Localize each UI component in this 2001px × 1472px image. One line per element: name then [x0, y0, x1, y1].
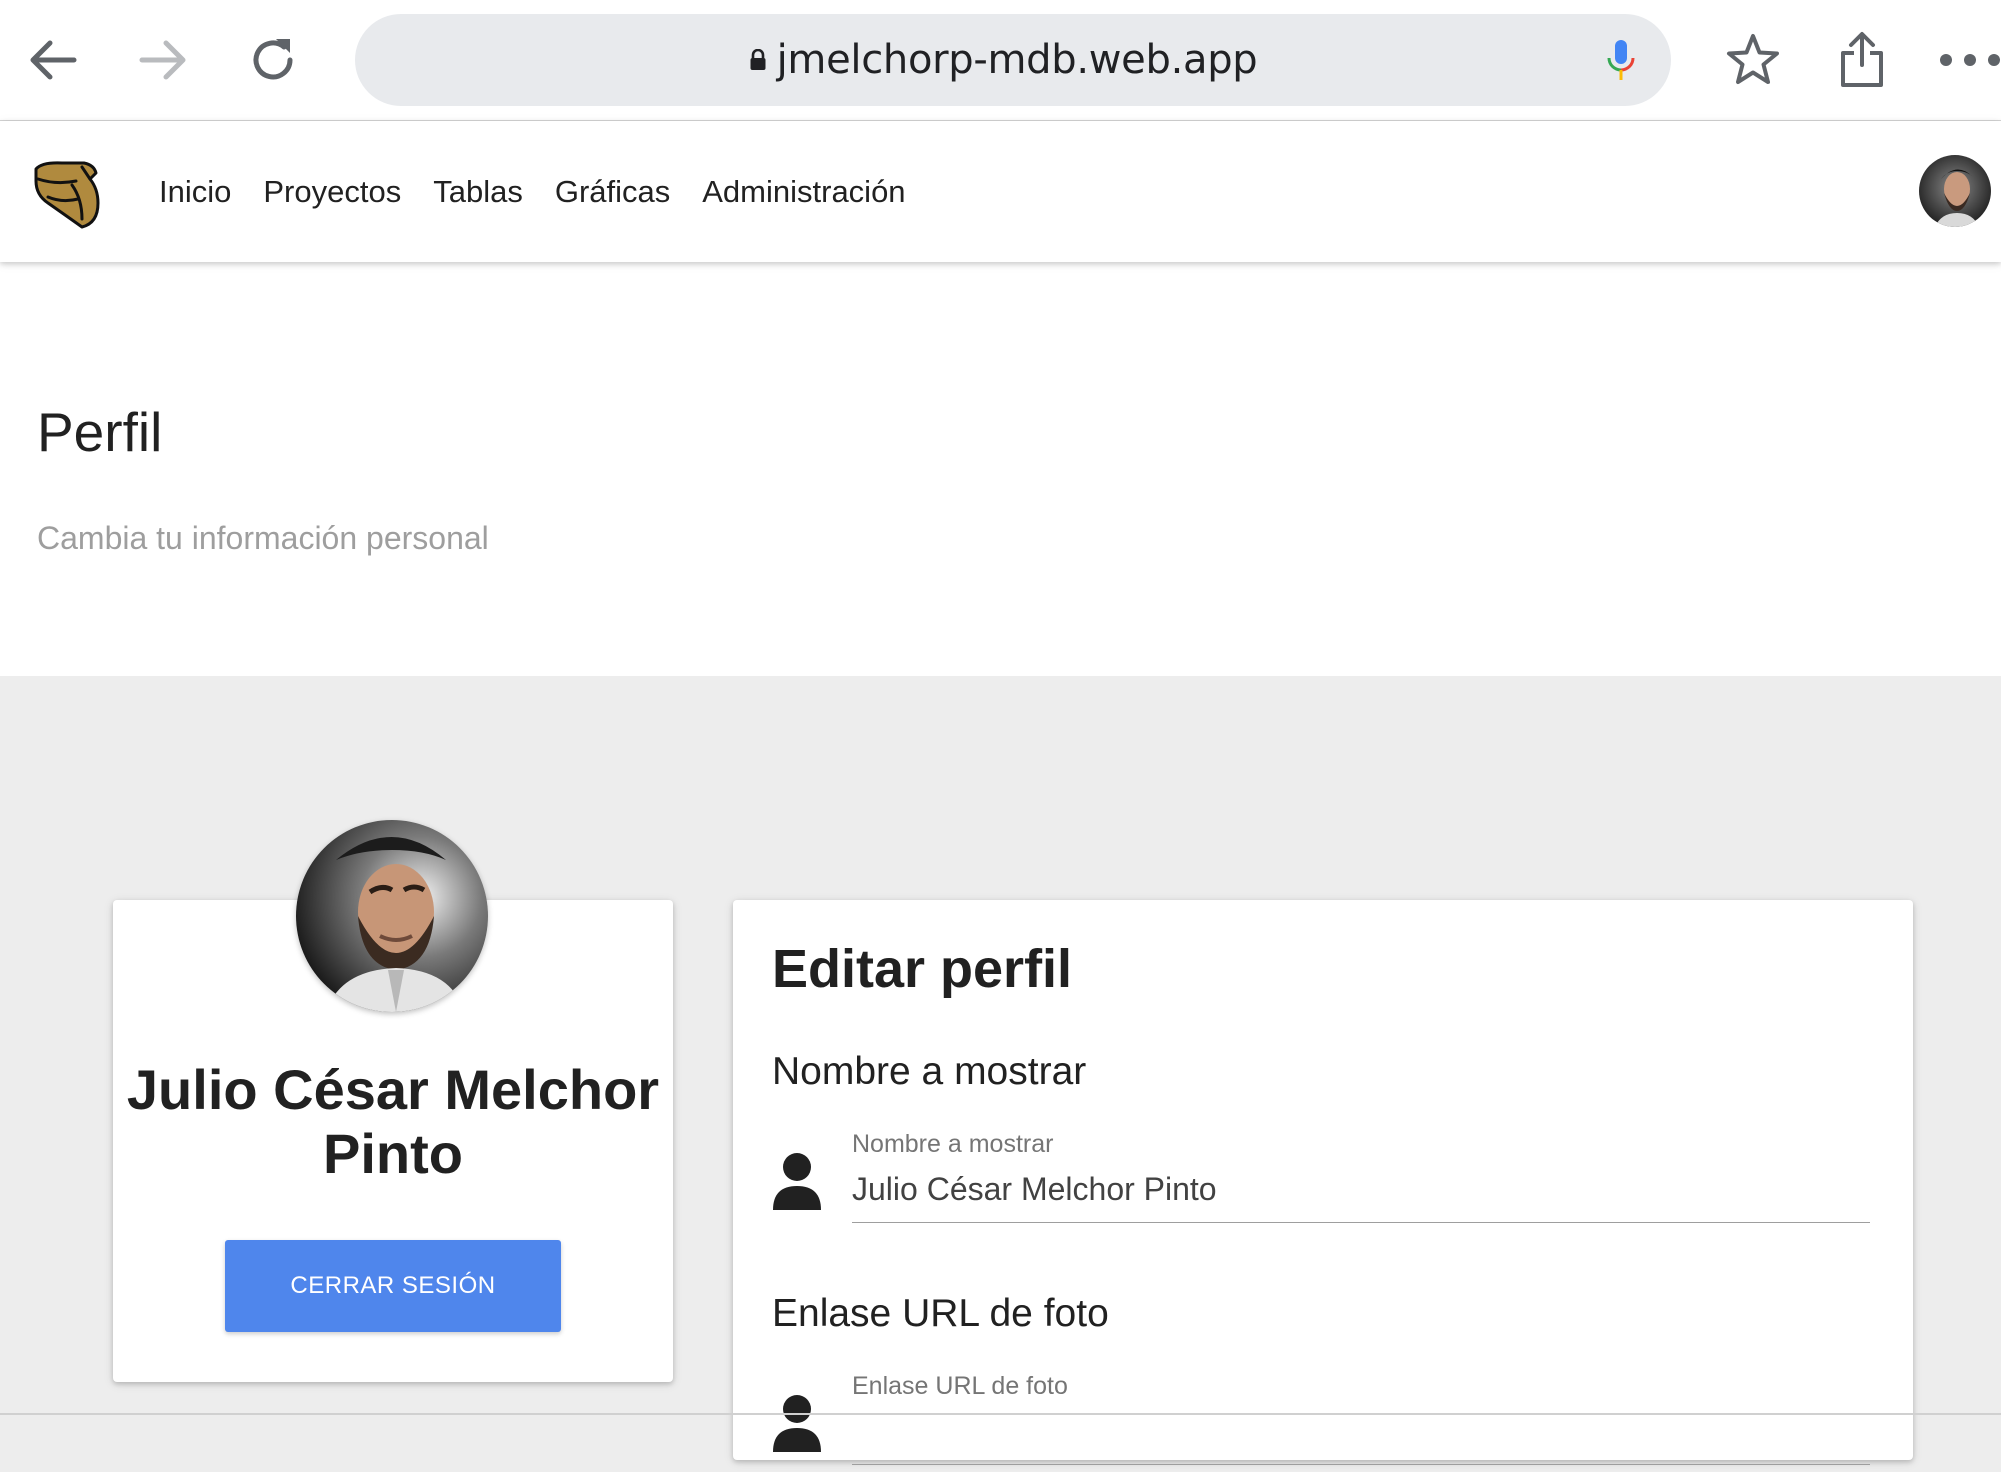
address-bar[interactable]: jmelchorp-mdb.web.app: [355, 14, 1671, 106]
app-navbar: Inicio Proyectos Tablas Gráficas Adminis…: [0, 121, 2001, 262]
nav-link-proyectos[interactable]: Proyectos: [247, 174, 417, 210]
nav-link-inicio[interactable]: Inicio: [143, 174, 247, 210]
display-name-label: Nombre a mostrar: [852, 1130, 1054, 1158]
bookmark-button[interactable]: [1717, 24, 1789, 96]
arrow-right-icon: [139, 40, 186, 80]
photo-url-section-label: Enlase URL de foto: [772, 1292, 1109, 1335]
forward-button[interactable]: [127, 24, 199, 96]
share-icon: [1841, 32, 1883, 87]
share-button[interactable]: [1826, 24, 1898, 96]
profile-photo: [296, 820, 488, 1012]
url-text: jmelchorp-mdb.web.app: [776, 37, 1258, 83]
edit-profile-card: Editar perfil Nombre a mostrar Nombre a …: [733, 900, 1913, 1465]
more-horizontal-icon: [1940, 54, 2000, 66]
profile-name: Julio César Melchor Pinto: [126, 1058, 660, 1185]
person-icon: [772, 1152, 822, 1212]
reload-icon: [253, 39, 293, 80]
microphone-icon[interactable]: [1599, 38, 1643, 82]
page-subtitle: Cambia tu información personal: [37, 520, 489, 556]
reload-button[interactable]: [237, 24, 309, 96]
lock-icon: [749, 49, 767, 71]
brand-logo-icon[interactable]: [32, 159, 102, 231]
display-name-section-label: Nombre a mostrar: [772, 1050, 1087, 1093]
nav-link-graficas[interactable]: Gráficas: [539, 174, 686, 210]
back-button[interactable]: [17, 24, 89, 96]
photo-url-label: Enlase URL de foto: [852, 1372, 1068, 1400]
nav-link-tablas[interactable]: Tablas: [417, 174, 539, 210]
edit-profile-title: Editar perfil: [772, 939, 1073, 999]
page-header: Perfil Cambia tu información personal: [0, 262, 2001, 676]
nav-link-administracion[interactable]: Administración: [686, 174, 921, 210]
person-icon: [772, 1394, 822, 1454]
main-nav: Inicio Proyectos Tablas Gráficas Adminis…: [143, 121, 922, 262]
arrow-left-icon: [30, 40, 77, 80]
page-title: Perfil: [37, 401, 163, 463]
browser-menu-button[interactable]: [1938, 24, 2001, 96]
user-avatar[interactable]: [1919, 155, 1991, 227]
photo-url-field: Enlase URL de foto: [772, 1372, 1872, 1472]
star-icon: [1727, 34, 1779, 84]
browser-toolbar: jmelchorp-mdb.web.app: [0, 0, 2001, 121]
display-name-field: Nombre a mostrar: [772, 1130, 1872, 1230]
logout-button[interactable]: CERRAR SESIÓN: [225, 1240, 561, 1332]
display-name-input[interactable]: [852, 1164, 1870, 1223]
